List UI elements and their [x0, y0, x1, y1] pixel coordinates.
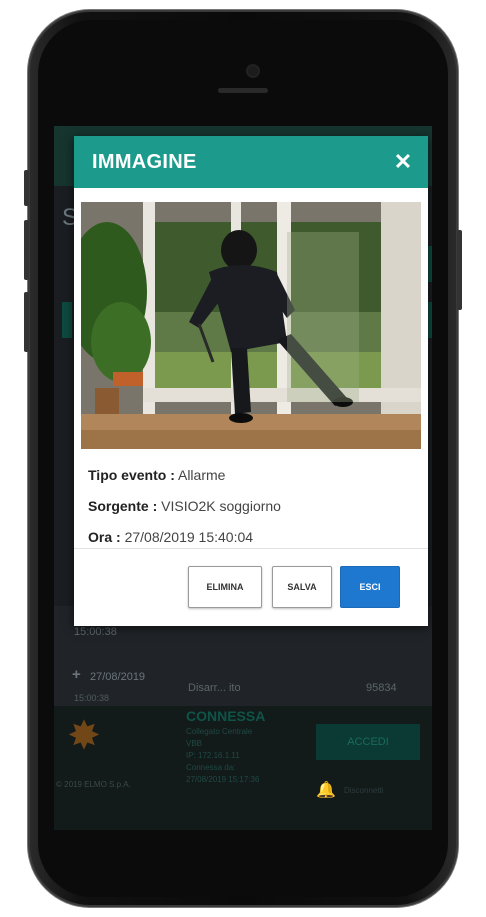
- close-icon[interactable]: ✕: [388, 147, 418, 177]
- connection-status: CONNESSA: [186, 708, 266, 724]
- expand-icon[interactable]: +: [72, 666, 81, 683]
- modal-header: IMMAGINE ✕: [74, 136, 428, 188]
- exit-button[interactable]: ESCI: [340, 566, 400, 608]
- source-value: VISIO2K soggiorno: [161, 498, 281, 514]
- connection-footer: ✸ © 2019 ELMO S.p.A. CONNESSA Collegato …: [54, 706, 432, 830]
- event-type-row: Tipo evento : Allarme: [88, 467, 225, 483]
- time-label: Ora :: [88, 529, 121, 545]
- source-label: Sorgente :: [88, 498, 158, 514]
- volume-up-button: [24, 220, 29, 280]
- save-button[interactable]: SALVA: [272, 566, 332, 608]
- source-row: Sorgente : VISIO2K soggiorno: [88, 498, 281, 514]
- event-time: 15:00:38: [74, 693, 110, 703]
- modal-divider: [74, 548, 428, 549]
- connection-line: VBB: [186, 739, 203, 748]
- snapshot-illustration: [81, 202, 421, 449]
- phone-screen: S 15:00:38 + 27/08/2019 15:00:38 Disarr.…: [54, 126, 432, 830]
- earpiece-speaker: [218, 88, 268, 93]
- connection-line: IP: 172.16.1.11: [186, 751, 240, 760]
- bell-icon[interactable]: 🔔: [316, 780, 336, 800]
- event-type-label: Tipo evento :: [88, 467, 175, 483]
- image-modal: IMMAGINE ✕ Tipo evento: Allarme Sorgent…: [74, 136, 428, 626]
- connection-details: Collegato Centrale VBB IP: 172.16.1.11 C…: [186, 726, 326, 786]
- event-type-value: Allarme: [177, 467, 226, 483]
- modal-title: IMMAGINE: [92, 151, 197, 173]
- app-bg-tab: [62, 302, 72, 338]
- volume-down-button: [24, 292, 29, 352]
- event-snapshot-image[interactable]: [81, 202, 421, 449]
- event-description: Disarr... ito: [188, 682, 241, 694]
- event-date: 27/08/2019: [90, 671, 146, 683]
- connection-line: Connessa da:: [186, 763, 236, 772]
- connection-line: 27/08/2019 15:17:36: [186, 775, 260, 784]
- brand-logo-icon: ✸: [67, 714, 101, 758]
- disconnect-link[interactable]: Disconnetti: [344, 786, 384, 795]
- logo-caption: © 2019 ELMO S.p.A.: [56, 780, 131, 789]
- mute-switch: [24, 170, 29, 206]
- event-time: 15:00:38: [74, 626, 117, 638]
- time-value: 27/08/2019 15:40:04: [124, 529, 254, 545]
- event-number: 95834: [366, 682, 397, 694]
- delete-button[interactable]: ELIMINA: [188, 566, 262, 608]
- time-row: Ora : 27/08/2019 15:40:04: [88, 529, 253, 545]
- login-button[interactable]: ACCEDI: [316, 724, 420, 760]
- connection-line: Collegato Centrale: [186, 727, 253, 736]
- front-camera: [248, 66, 258, 76]
- power-button: [457, 230, 462, 310]
